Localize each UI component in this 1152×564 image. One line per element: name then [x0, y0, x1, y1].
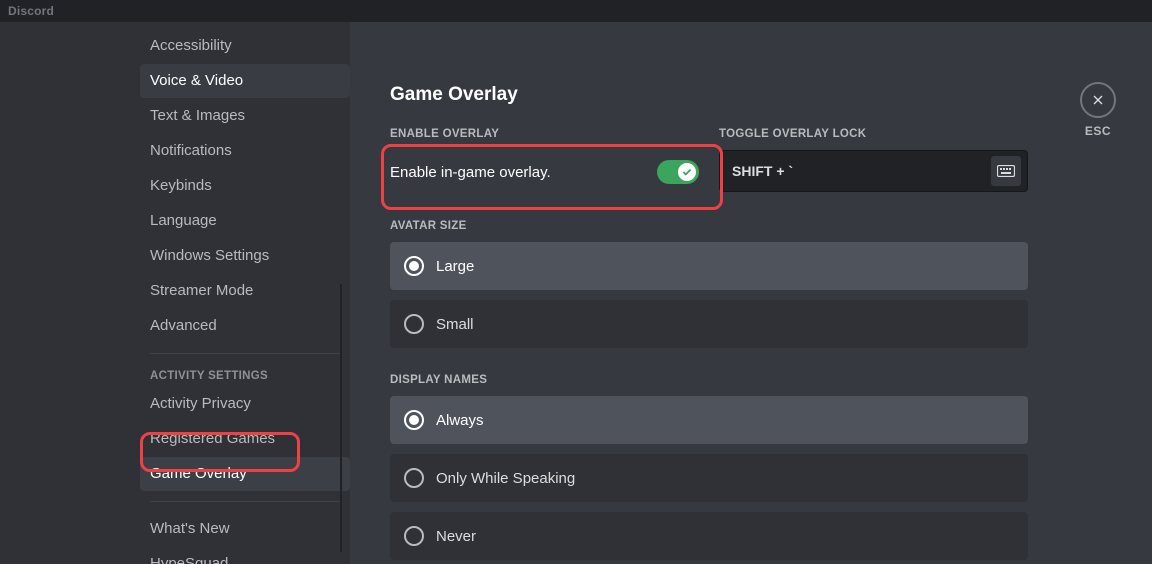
radio-icon [404, 526, 424, 546]
sidebar-item-registered-games[interactable]: Registered Games [140, 422, 350, 456]
app-name: Discord [8, 4, 54, 18]
enable-overlay-text: Enable in-game overlay. [390, 164, 551, 181]
settings-sidebar: Accessibility Voice & Video Text & Image… [140, 22, 350, 564]
keybind-value: SHIFT + ` [732, 163, 793, 179]
radio-label: Only While Speaking [436, 470, 575, 487]
avatar-size-large[interactable]: Large [390, 242, 1028, 290]
close-column: ESC [1068, 22, 1128, 564]
radio-label: Small [436, 316, 474, 333]
settings-content: Game Overlay Enable Overlay Enable in-ga… [350, 22, 1068, 564]
sidebar-item-whats-new[interactable]: What's New [140, 512, 350, 546]
window-titlebar: Discord [0, 0, 1152, 22]
radio-icon [404, 314, 424, 334]
sidebar-item-accessibility[interactable]: Accessibility [140, 29, 350, 63]
close-button[interactable] [1080, 82, 1116, 118]
radio-label: Always [436, 412, 484, 429]
sidebar-item-keybinds[interactable]: Keybinds [140, 169, 350, 203]
radio-icon [404, 256, 424, 276]
right-gutter [1128, 22, 1152, 564]
sidebar-item-hypesquad[interactable]: HypeSquad [140, 547, 350, 564]
radio-icon [404, 468, 424, 488]
radio-icon [404, 410, 424, 430]
display-names-never[interactable]: Never [390, 512, 1028, 560]
toggle-knob [678, 163, 696, 181]
keyboard-icon [991, 156, 1021, 186]
avatar-size-small[interactable]: Small [390, 300, 1028, 348]
radio-label: Never [436, 528, 476, 545]
enable-overlay-toggle[interactable] [657, 160, 699, 184]
sidebar-divider [150, 501, 340, 502]
sidebar-item-activity-privacy[interactable]: Activity Privacy [140, 387, 350, 421]
close-icon [1090, 92, 1106, 108]
sidebar-item-text-images[interactable]: Text & Images [140, 99, 350, 133]
enable-overlay-row: Enable in-game overlay. [390, 150, 699, 194]
radio-label: Large [436, 258, 474, 275]
sidebar-item-voice-video[interactable]: Voice & Video [140, 64, 350, 98]
sidebar-item-notifications[interactable]: Notifications [140, 134, 350, 168]
sidebar-scroll-indicator [340, 284, 342, 552]
sidebar-item-streamer-mode[interactable]: Streamer Mode [140, 274, 350, 308]
sidebar-item-game-overlay[interactable]: Game Overlay [140, 457, 350, 491]
page-title: Game Overlay [390, 84, 1028, 106]
sidebar-category-activity: Activity Settings [140, 364, 350, 386]
overlay-lock-keybind[interactable]: SHIFT + ` [719, 150, 1028, 192]
display-names-while-speaking[interactable]: Only While Speaking [390, 454, 1028, 502]
check-icon [681, 166, 693, 178]
enable-overlay-label: Enable Overlay [390, 128, 699, 140]
display-names-label: Display Names [390, 374, 1028, 386]
sidebar-divider [150, 353, 340, 354]
display-names-always[interactable]: Always [390, 396, 1028, 444]
sidebar-item-windows-settings[interactable]: Windows Settings [140, 239, 350, 273]
overlay-lock-label: Toggle Overlay Lock [719, 128, 1028, 140]
sidebar-item-language[interactable]: Language [140, 204, 350, 238]
esc-label: ESC [1085, 124, 1111, 138]
avatar-size-label: Avatar Size [390, 220, 1028, 232]
sidebar-left-gutter [0, 22, 140, 564]
sidebar-item-advanced[interactable]: Advanced [140, 309, 350, 343]
